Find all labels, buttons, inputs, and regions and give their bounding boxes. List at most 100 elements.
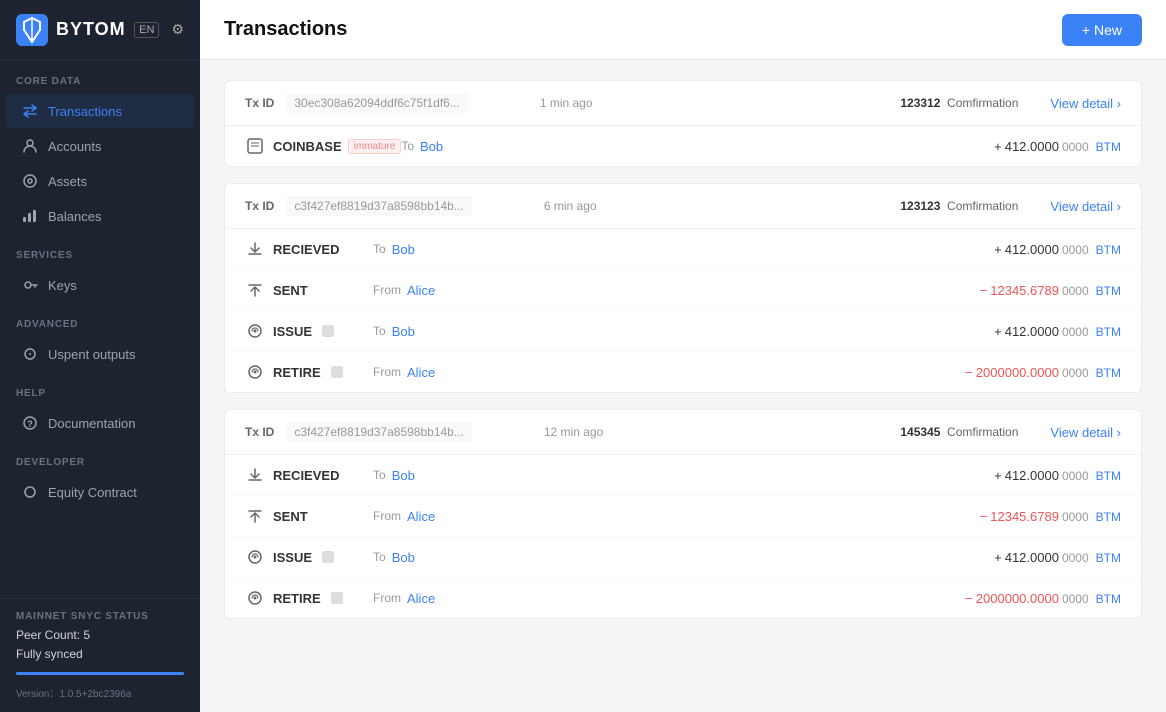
amount-decimal: 0000 [1062,284,1089,298]
sidebar-item-transactions[interactable]: Transactions [6,94,194,128]
amount-decimal: 0000 [1062,366,1089,380]
amount-sign: + [994,324,1002,339]
tx-type-label: COINBASE immature [273,139,401,154]
tx-address[interactable]: Bob [392,550,415,565]
tx-type-label: SENT [273,283,373,298]
topbar: Transactions + New [200,0,1166,60]
transaction-card: Tx ID c3f427ef8819d37a8598bb14b... 6 min… [224,183,1142,393]
sidebar-item-label: Uspent outputs [48,347,135,362]
sidebar-section-label: CORE DATA [0,60,200,93]
sidebar-item-accounts[interactable]: Accounts [6,129,194,163]
sidebar-item-balances[interactable]: Balances [6,199,194,233]
docs-icon: ? [22,415,38,431]
tx-amount: + 412.00000000 BTM [994,324,1121,339]
logo-text: BYTOM [56,19,126,40]
amount-decimal: 0000 [1062,469,1089,483]
tx-amount: + 412.00000000 BTM [994,550,1121,565]
tx-header: Tx ID 30ec308a62094ddf6c75f1df6... 1 min… [225,81,1141,126]
amount-decimal: 0000 [1062,140,1089,154]
tx-time: 6 min ago [544,199,597,213]
lang-badge[interactable]: EN [134,22,159,38]
tx-address[interactable]: Alice [407,509,435,524]
tx-address[interactable]: Bob [392,468,415,483]
tag-badge [331,366,343,378]
tx-direction: From [373,509,401,523]
sidebar-section-label: HELP [0,372,200,405]
tx-direction: From [373,365,401,379]
sync-label: MAINNET SNYC STATUS [16,611,184,622]
sidebar-section-label: SERVICES [0,234,200,267]
sidebar-section-label: DEVELOPER [0,441,200,474]
amount-decimal: 0000 [1062,551,1089,565]
tx-address[interactable]: Bob [420,139,443,154]
tx-type-label: RECIEVED [273,242,373,257]
amount-currency: BTM [1096,284,1121,298]
tx-row: RETIRE From Alice − 2000000.00000000 BTM [225,352,1141,392]
tx-conf-num: 145345 [900,425,940,439]
tx-type-label: RECIEVED [273,468,373,483]
tx-direction: To [373,242,386,256]
immature-badge: immature [348,139,402,154]
tx-address[interactable]: Bob [392,324,415,339]
tx-row: RECIEVED To Bob + 412.00000000 BTM [225,455,1141,496]
tx-id-label: Tx ID [245,199,274,213]
amount-sign: − [965,365,973,380]
amount-currency: BTM [1096,469,1121,483]
tx-amount: − 2000000.00000000 BTM [965,365,1121,380]
sidebar-section-label: ADVANCED [0,303,200,336]
tx-address[interactable]: Alice [407,283,435,298]
sync-status: Fully synced [16,645,184,664]
tx-type-icon [245,136,265,156]
sync-bar-fill [16,672,184,675]
settings-icon[interactable]: ⚙ [171,21,184,38]
tx-address[interactable]: Alice [407,591,435,606]
tx-type-label: RETIRE [273,365,373,380]
tx-row: RECIEVED To Bob + 412.00000000 BTM [225,229,1141,270]
sidebar-item-keys[interactable]: Keys [6,268,194,302]
sidebar-item-unspent[interactable]: Uspent outputs [6,337,194,371]
sidebar-item-label: Transactions [48,104,122,119]
tx-row: ISSUE To Bob + 412.00000000 BTM [225,311,1141,352]
tx-confirmations: 145345 Comfirmation [900,425,1018,439]
view-detail-link[interactable]: View detail › [1050,199,1121,214]
amount-currency: BTM [1096,510,1121,524]
amount-sign: − [980,283,988,298]
tx-row: ISSUE To Bob + 412.00000000 BTM [225,537,1141,578]
tx-address[interactable]: Alice [407,365,435,380]
tx-direction: From [373,591,401,605]
tx-address[interactable]: Bob [392,242,415,257]
tx-direction: To [373,550,386,564]
tx-amount: + 412.00000000 BTM [994,468,1121,483]
sidebar-item-assets[interactable]: Assets [6,164,194,198]
amount-currency: BTM [1096,140,1121,154]
tx-conf-num: 123312 [900,96,940,110]
sidebar-item-label: Equity Contract [48,485,137,500]
tx-id-value: 30ec308a62094ddf6c75f1df6... [286,93,467,113]
tx-confirmations: 123312 Comfirmation [900,96,1018,110]
tx-type-icon [245,506,265,526]
new-transaction-button[interactable]: + New [1062,14,1142,46]
tx-direction: To [373,468,386,482]
tx-type-icon [245,362,265,382]
tx-type-icon [245,465,265,485]
sidebar-item-equity[interactable]: Equity Contract [6,475,194,509]
sidebar-bottom: MAINNET SNYC STATUS Peer Count: 5 Fully … [0,598,200,712]
tx-type-label: SENT [273,509,373,524]
tx-row: SENT From Alice − 12345.67890000 BTM [225,496,1141,537]
tx-header: Tx ID c3f427ef8819d37a8598bb14b... 12 mi… [225,410,1141,455]
assets-icon [22,173,38,189]
tx-type-label: RETIRE [273,591,373,606]
amount-sign: + [994,468,1002,483]
amount-integer: 412.0000 [1005,324,1059,339]
tx-direction: From [373,283,401,297]
view-detail-link[interactable]: View detail › [1050,96,1121,111]
tx-id-label: Tx ID [245,96,274,110]
tx-amount: + 412.00000000 BTM [994,139,1121,154]
sync-bar [16,672,184,675]
tx-type-icon [245,280,265,300]
amount-decimal: 0000 [1062,592,1089,606]
view-detail-link[interactable]: View detail › [1050,425,1121,440]
sidebar-item-docs[interactable]: ?Documentation [6,406,194,440]
tx-conf-num: 123123 [900,199,940,213]
sidebar: BYTOM EN ⚙ CORE DATA Transactions Accounts… [0,0,200,712]
